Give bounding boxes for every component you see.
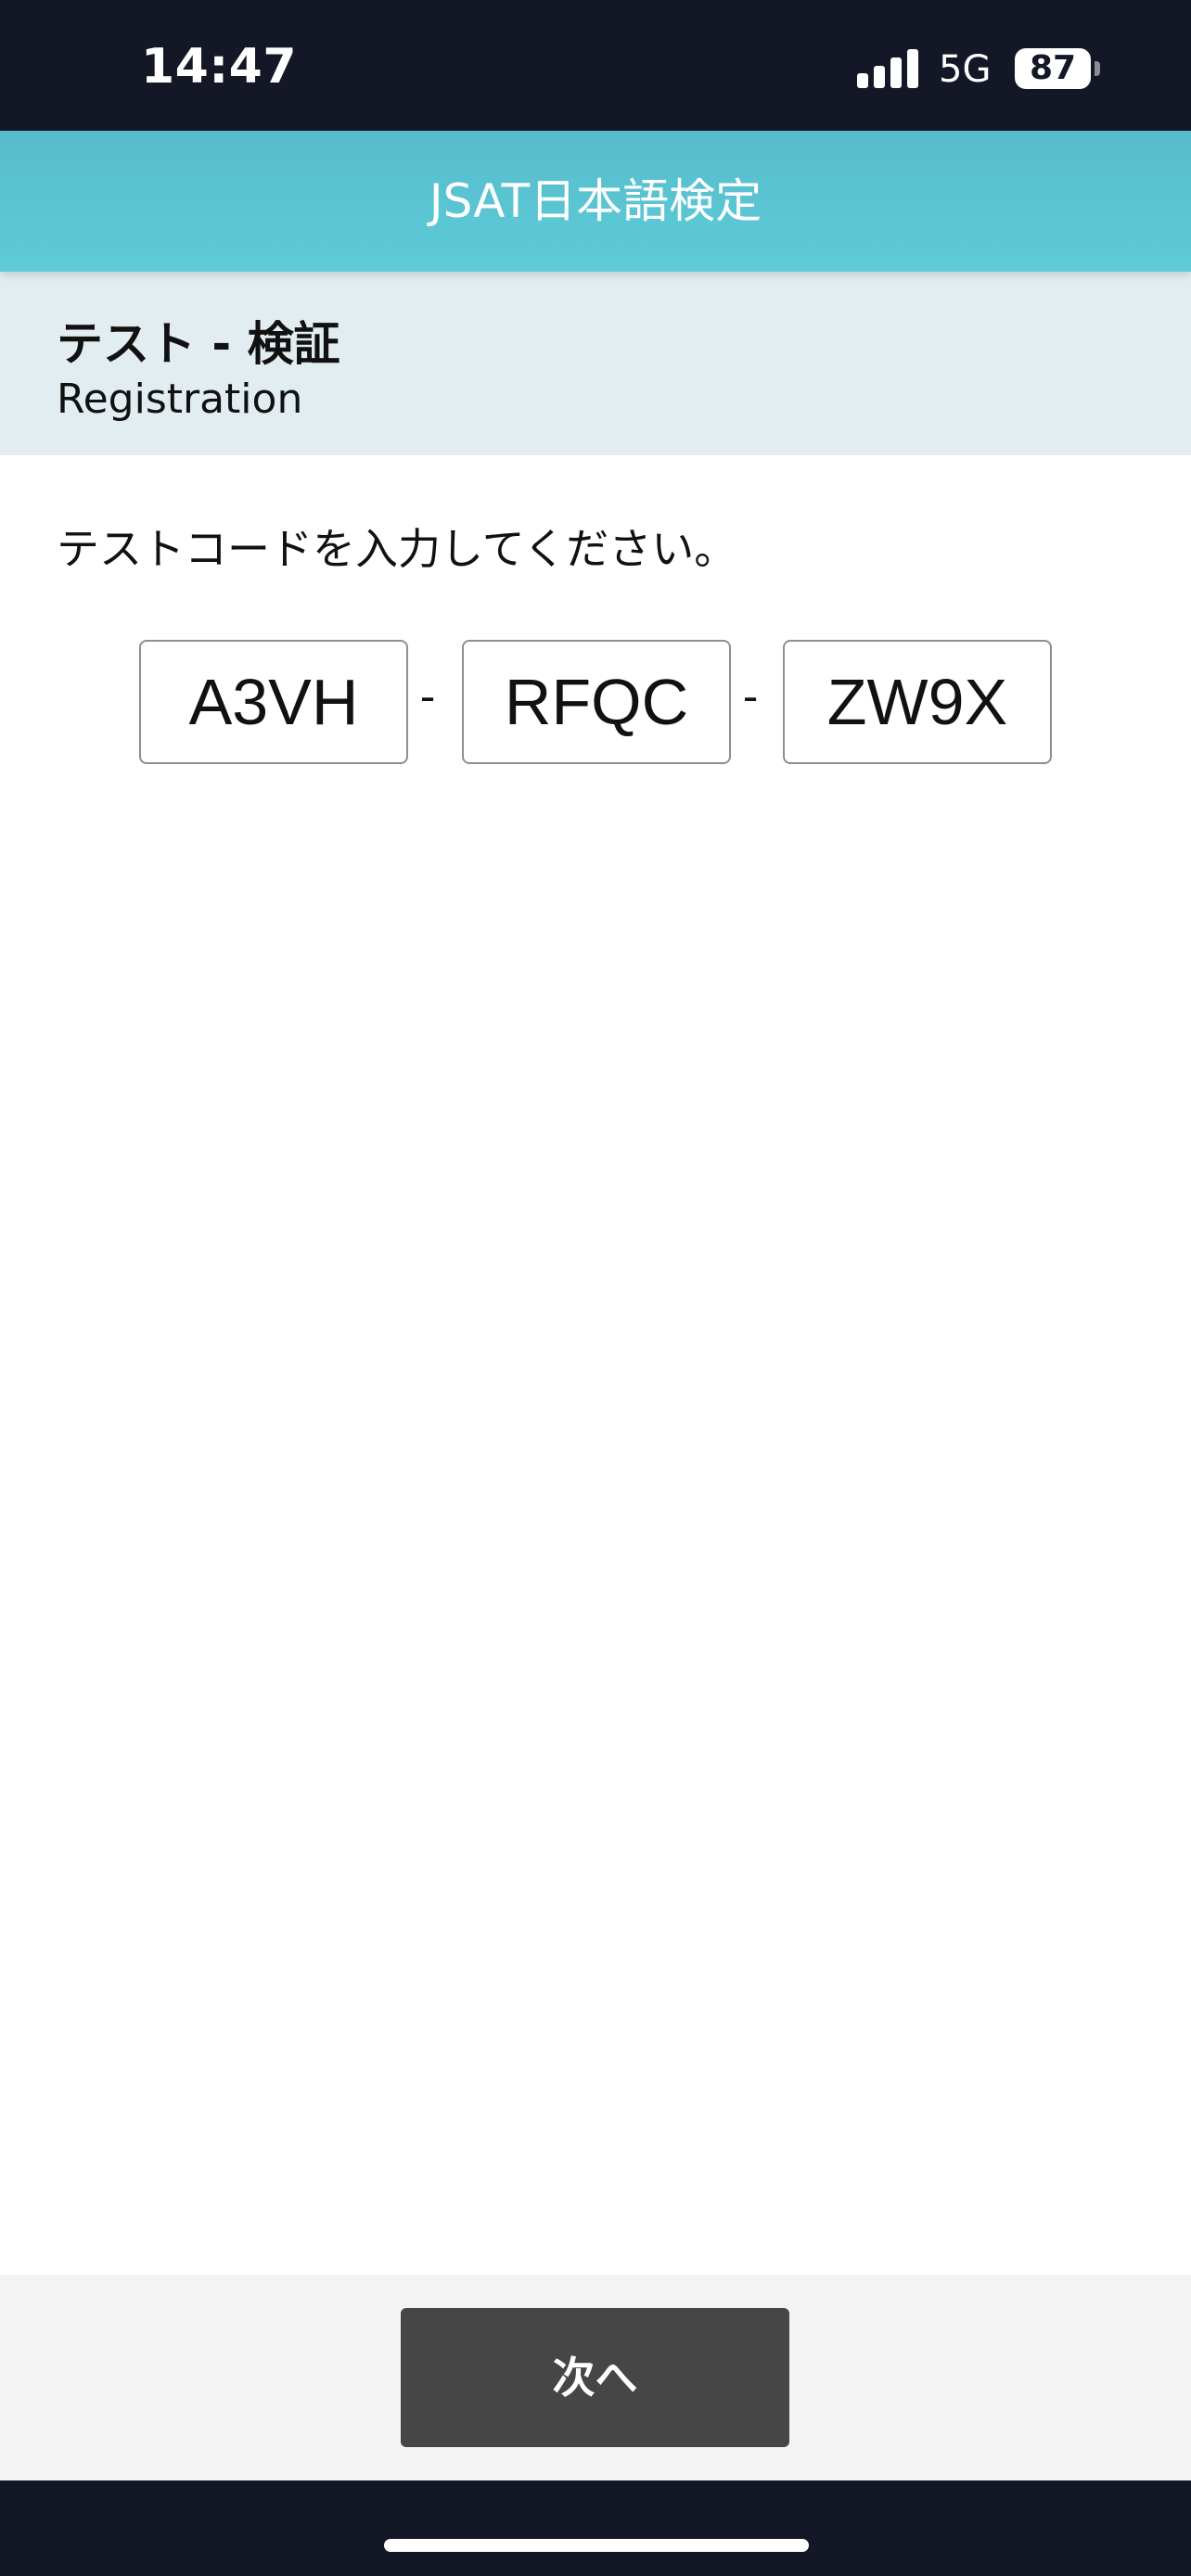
test-code-field-2[interactable]: RFQC [462, 640, 731, 764]
test-code-input-group: A3VH - RFQC - ZW9X [0, 640, 1191, 764]
network-type-label: 5G [939, 48, 992, 91]
cellular-signal-icon [857, 47, 920, 88]
app-header: JSAT日本語検定 [0, 131, 1191, 272]
section-subtitle: Registration [57, 376, 303, 423]
battery-icon: 87 [1015, 48, 1091, 89]
test-code-field-3[interactable]: ZW9X [783, 640, 1052, 764]
battery-level: 87 [1029, 49, 1077, 87]
battery-cap [1095, 61, 1100, 76]
status-time: 14:47 [141, 39, 298, 95]
home-indicator-bar [0, 2480, 1191, 2576]
next-button[interactable]: 次へ [401, 2308, 789, 2447]
app-title: JSAT日本語検定 [429, 174, 762, 228]
section-title: テスト - 検証 [57, 317, 340, 371]
instruction-text: テストコードを入力してください。 [57, 524, 737, 574]
home-indicator[interactable] [384, 2539, 809, 2552]
code-separator: - [742, 671, 759, 721]
footer-bar: 次へ [0, 2275, 1191, 2480]
status-bar: 14:47 5G 87 [0, 0, 1191, 131]
test-code-field-1[interactable]: A3VH [139, 640, 408, 764]
section-header: テスト - 検証 Registration [0, 272, 1191, 455]
code-separator: - [419, 671, 436, 721]
